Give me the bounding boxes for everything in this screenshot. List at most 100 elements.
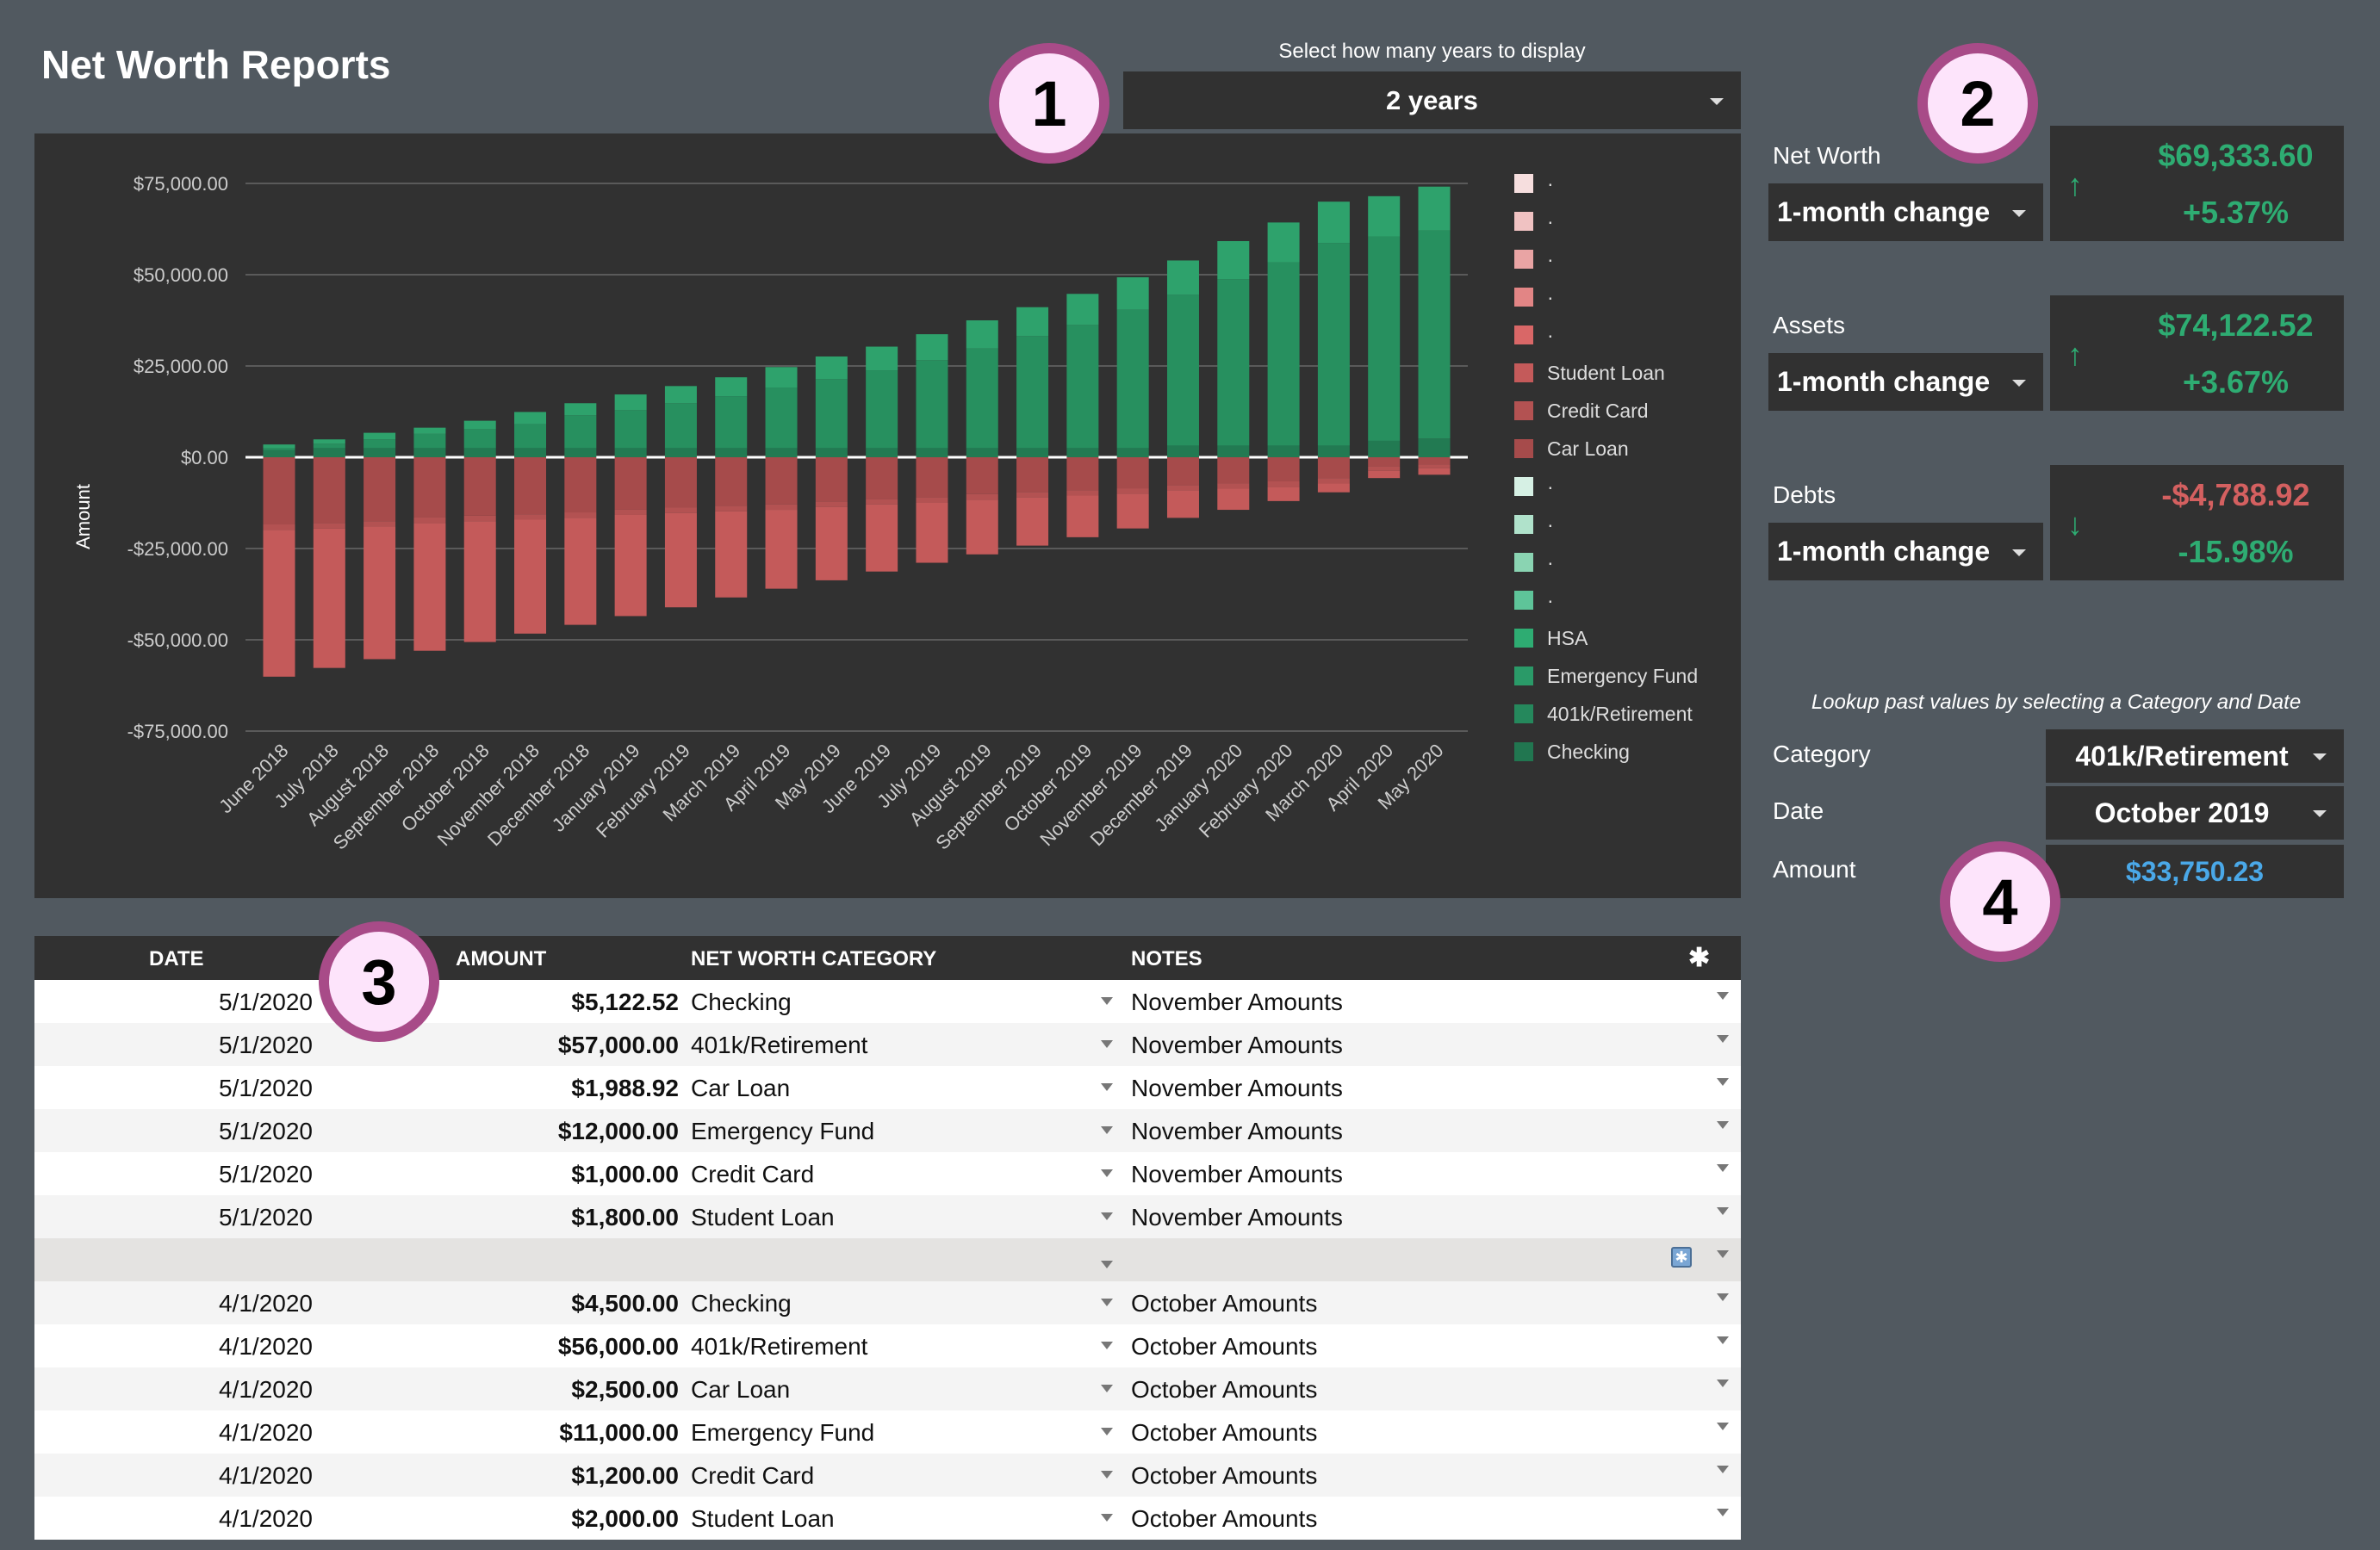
bar-car-loan[interactable] <box>916 457 948 498</box>
bar-checking[interactable] <box>765 448 798 457</box>
bar-checking[interactable] <box>966 448 998 457</box>
bar-credit-card[interactable] <box>1317 478 1350 484</box>
bar-student-loan[interactable] <box>364 526 396 660</box>
bar-car-loan[interactable] <box>514 457 547 515</box>
cell-notes[interactable]: October Amounts <box>1131 1333 1317 1361</box>
cell-category[interactable]: Car Loan <box>691 1376 790 1404</box>
category-dropdown-icon[interactable] <box>1101 1385 1113 1392</box>
bar-emergency-fund[interactable] <box>1267 222 1300 263</box>
cell-category[interactable]: Student Loan <box>691 1204 835 1231</box>
bar-emergency-fund[interactable] <box>1066 294 1099 326</box>
bar-student-loan[interactable] <box>614 514 647 617</box>
legend-swatch[interactable] <box>1514 439 1533 458</box>
bar-401k-retirement[interactable] <box>815 379 848 449</box>
cell-date[interactable]: 4/1/2020 <box>219 1419 313 1447</box>
bar-emergency-fund[interactable] <box>715 377 748 397</box>
cell-category[interactable]: 401k/Retirement <box>691 1333 867 1361</box>
bar-emergency-fund[interactable] <box>664 386 697 404</box>
bar-credit-card[interactable] <box>263 524 295 530</box>
header-category[interactable]: NET WORTH CATEGORY <box>691 947 936 971</box>
bar-car-loan[interactable] <box>765 457 798 505</box>
cell-category[interactable]: Checking <box>691 1290 792 1318</box>
bar-401k-retirement[interactable] <box>313 443 345 449</box>
date-dropdown[interactable]: October 2019 <box>2046 786 2344 840</box>
cell-date[interactable]: 4/1/2020 <box>219 1333 313 1361</box>
legend-swatch[interactable] <box>1514 212 1533 231</box>
cell-amount[interactable]: $2,500.00 <box>571 1376 679 1404</box>
add-row-icon[interactable]: ✱ <box>1688 943 1710 973</box>
bar-401k-retirement[interactable] <box>1368 236 1401 441</box>
notes-dropdown-icon[interactable] <box>1717 1121 1729 1129</box>
table-row[interactable]: 5/1/2020 $12,000.00 Emergency Fund Novem… <box>34 1109 1741 1152</box>
bar-401k-retirement[interactable] <box>1166 294 1199 446</box>
legend-swatch[interactable] <box>1514 666 1533 685</box>
cell-amount[interactable]: $1,800.00 <box>571 1204 679 1231</box>
bar-car-loan[interactable] <box>263 457 295 525</box>
bar-student-loan[interactable] <box>1368 470 1401 479</box>
legend-swatch[interactable] <box>1514 288 1533 307</box>
table-row[interactable]: 5/1/2020 $1,000.00 Credit Card November … <box>34 1152 1741 1195</box>
cell-date[interactable]: 5/1/2020 <box>219 1075 313 1102</box>
header-date[interactable]: DATE <box>149 947 204 971</box>
cell-date[interactable]: 5/1/2020 <box>219 989 313 1016</box>
bar-checking[interactable] <box>1217 445 1250 457</box>
years-dropdown[interactable]: 2 years <box>1123 71 1741 129</box>
bar-checking[interactable] <box>1016 448 1049 457</box>
cell-notes[interactable]: November Amounts <box>1131 1118 1343 1145</box>
bar-credit-card[interactable] <box>313 523 345 529</box>
bar-student-loan[interactable] <box>715 511 748 598</box>
cell-notes[interactable]: October Amounts <box>1131 1505 1317 1533</box>
legend-label[interactable]: · <box>1547 551 1554 574</box>
bar-credit-card[interactable] <box>1418 464 1451 468</box>
bar-emergency-fund[interactable] <box>866 346 898 371</box>
legend-swatch[interactable] <box>1514 629 1533 648</box>
cell-notes[interactable]: October Amounts <box>1131 1419 1317 1447</box>
notes-dropdown-icon[interactable] <box>1717 1293 1729 1301</box>
bar-car-loan[interactable] <box>614 457 647 510</box>
bar-car-loan[interactable] <box>413 457 446 518</box>
bar-student-loan[interactable] <box>664 512 697 608</box>
bar-student-loan[interactable] <box>916 502 948 563</box>
category-dropdown-icon[interactable] <box>1101 997 1113 1005</box>
bar-401k-retirement[interactable] <box>866 370 898 449</box>
bar-emergency-fund[interactable] <box>313 439 345 444</box>
legend-swatch[interactable] <box>1514 174 1533 193</box>
cell-date[interactable]: 4/1/2020 <box>219 1462 313 1490</box>
cell-amount[interactable]: $2,000.00 <box>571 1505 679 1533</box>
bar-credit-card[interactable] <box>765 504 798 511</box>
bar-credit-card[interactable] <box>715 505 748 512</box>
table-row[interactable]: 5/1/2020 $5,122.52 Checking November Amo… <box>34 980 1741 1023</box>
bar-credit-card[interactable] <box>1267 480 1300 487</box>
notes-dropdown-icon[interactable] <box>1717 992 1729 1000</box>
legend-label[interactable]: · <box>1547 172 1554 195</box>
bar-checking[interactable] <box>1418 438 1451 457</box>
bar-emergency-fund[interactable] <box>364 432 396 440</box>
legend-label[interactable]: Credit Card <box>1547 400 1649 422</box>
bar-401k-retirement[interactable] <box>1217 279 1250 446</box>
bar-401k-retirement[interactable] <box>463 429 496 449</box>
cell-category[interactable]: 401k/Retirement <box>691 1032 867 1059</box>
notes-dropdown-icon[interactable] <box>1717 1078 1729 1086</box>
assets-period-dropdown[interactable]: 1-month change <box>1768 353 2043 411</box>
bar-credit-card[interactable] <box>815 501 848 507</box>
bar-emergency-fund[interactable] <box>916 334 948 361</box>
category-dropdown-icon[interactable] <box>1101 1083 1113 1091</box>
bar-checking[interactable] <box>1267 445 1300 457</box>
bar-checking[interactable] <box>1368 440 1401 457</box>
bar-credit-card[interactable] <box>1016 492 1049 498</box>
cell-notes[interactable]: October Amounts <box>1131 1462 1317 1490</box>
notes-dropdown-icon[interactable] <box>1717 1509 1729 1516</box>
bar-student-loan[interactable] <box>815 506 848 580</box>
bar-checking[interactable] <box>664 448 697 457</box>
bar-401k-retirement[interactable] <box>614 410 647 449</box>
cell-date[interactable]: 4/1/2020 <box>219 1505 313 1533</box>
bar-emergency-fund[interactable] <box>1418 186 1451 231</box>
cell-amount[interactable]: $1,988.92 <box>571 1075 679 1102</box>
bar-checking[interactable] <box>263 450 295 457</box>
legend-label[interactable]: Student Loan <box>1547 362 1665 384</box>
bar-student-loan[interactable] <box>463 521 496 642</box>
legend-label[interactable]: Checking <box>1547 741 1630 763</box>
legend-swatch[interactable] <box>1514 250 1533 269</box>
bar-emergency-fund[interactable] <box>1368 195 1401 237</box>
bar-car-loan[interactable] <box>866 457 898 499</box>
